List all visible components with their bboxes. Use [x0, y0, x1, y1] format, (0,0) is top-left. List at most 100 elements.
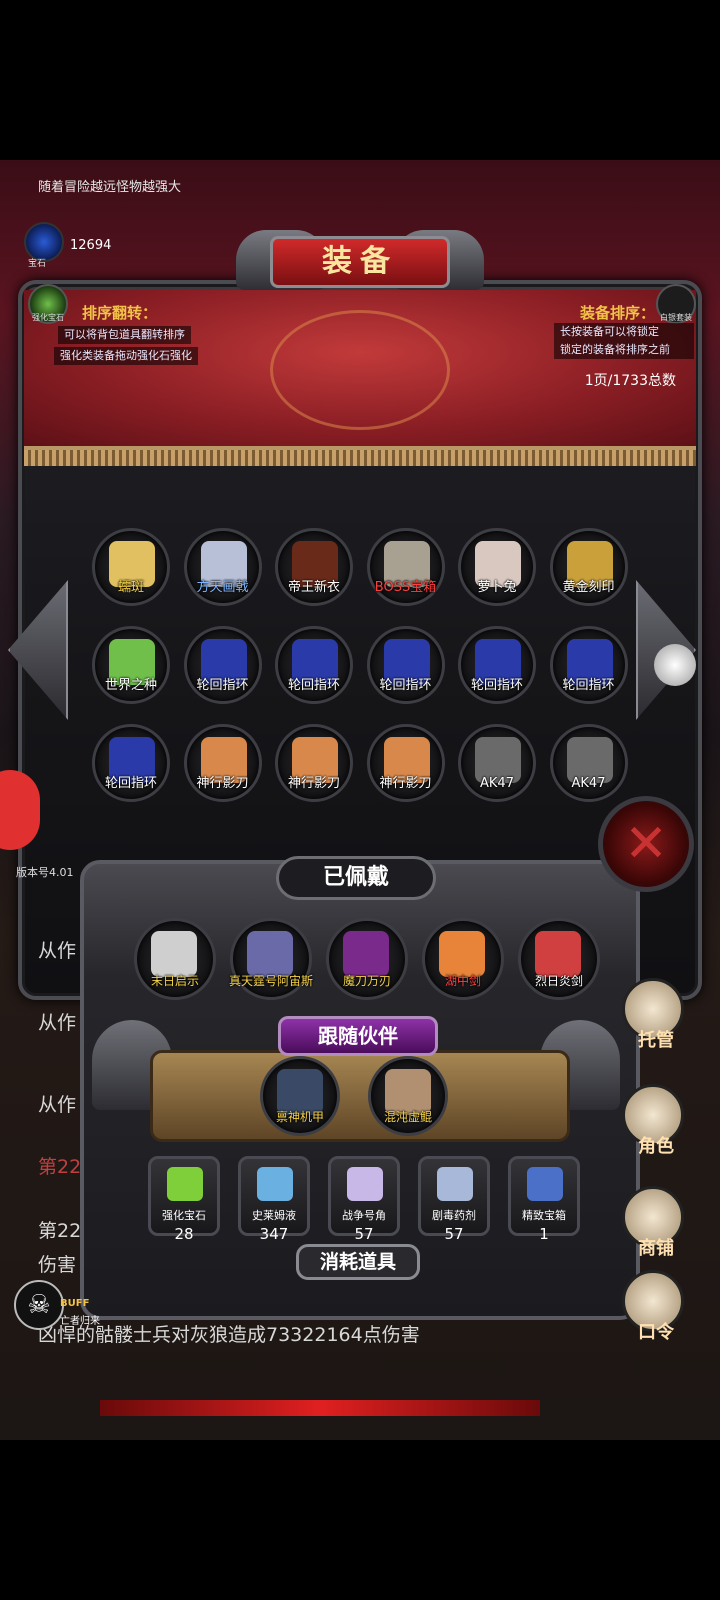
item-name: 方天画戟: [196, 580, 249, 595]
consumable-count: 1: [539, 1225, 549, 1243]
skull-buff-icon[interactable]: ☠: [14, 1280, 64, 1330]
worn-title: 已佩戴: [276, 856, 436, 900]
menu-label[interactable]: 角色: [626, 1132, 686, 1158]
companion-name: 混沌虚鲲: [383, 1110, 432, 1124]
item-name: AK47: [571, 776, 606, 791]
consumable-icon: [347, 1167, 383, 1201]
log-line: 从作: [38, 940, 77, 962]
gem-count: 12694: [70, 238, 112, 253]
inventory-slot[interactable]: 帝王新衣: [275, 528, 353, 606]
inventory-slot[interactable]: 蠕斑: [92, 528, 170, 606]
menu-label[interactable]: 托管: [626, 1026, 686, 1052]
log-line: 第22: [38, 1220, 82, 1242]
consumable-name: 史莱姆液: [252, 1209, 296, 1222]
inventory-slot[interactable]: BOSS宝箱: [366, 528, 445, 606]
worn-slot[interactable]: 末日启示: [134, 918, 216, 1000]
consumable-slot[interactable]: 强化宝石 28: [148, 1156, 220, 1243]
worn-item-icon: [151, 931, 197, 977]
inventory-slot[interactable]: AK47: [549, 724, 628, 802]
inventory-slot[interactable]: 世界之种: [92, 626, 170, 704]
menu-label[interactable]: 口令: [626, 1318, 686, 1344]
equip-sort-desc-1: 长按装备可以将锁定: [554, 323, 694, 341]
worn-item-name: 湖中剑: [444, 974, 481, 988]
consumable-count: 28: [174, 1225, 194, 1243]
companion-bar: [150, 1050, 570, 1142]
inventory-slot[interactable]: AK47: [458, 724, 536, 802]
consumable-count: 57: [444, 1225, 464, 1243]
worn-slot[interactable]: 烈日炎剑: [518, 918, 600, 1000]
buff-title: BUFF: [60, 1298, 90, 1309]
hp-bar: [100, 1400, 540, 1416]
inventory-slot[interactable]: 轮回指环: [183, 626, 262, 704]
buff-name: 亡者归来: [60, 1316, 100, 1327]
consumable-icon: [527, 1167, 563, 1201]
worn-item-name: 末日启示: [150, 974, 199, 988]
consumable-icon: [167, 1167, 203, 1201]
item-name: BOSS宝箱: [374, 580, 437, 595]
adventure-hint: 随着冒险越远怪物越强大: [38, 180, 182, 195]
equip-sort-title: 装备排序：: [580, 304, 656, 322]
consumable-icon: [257, 1167, 293, 1201]
consumable-count: 57: [354, 1225, 374, 1243]
log-line: 第22: [38, 1156, 82, 1178]
consumable-name: 战争号角: [342, 1209, 386, 1222]
equip-sort-info[interactable]: 装备排序： 长按装备可以将锁定 锁定的装备将排序之前: [554, 302, 694, 359]
game-screen: 随着冒险越远怪物越强大 12694 宝石 装备 强化宝石 白银套装 排序翻转： …: [0, 160, 720, 1440]
inventory-slot[interactable]: 方天画戟: [183, 528, 262, 606]
inventory-slot[interactable]: 轮回指环: [549, 626, 628, 704]
companion-slot[interactable]: 禀神机甲: [260, 1056, 340, 1136]
worn-slot[interactable]: 湖中剑: [422, 918, 504, 1000]
worn-item-icon: [535, 931, 581, 977]
item-name: 轮回指环: [470, 678, 523, 693]
worn-item-icon: [247, 931, 293, 977]
worn-item-name: 烈日炎剑: [534, 974, 583, 988]
gem-label: 宝石: [28, 259, 47, 269]
worn-slot[interactable]: 魔刀万刃: [326, 918, 408, 1000]
inventory-slot[interactable]: 轮回指环: [275, 626, 353, 704]
consumable-icon: [437, 1167, 473, 1201]
sort-reverse-title: 排序翻转：: [82, 304, 158, 322]
inventory-slot[interactable]: 轮回指环: [366, 626, 445, 704]
inventory-slot[interactable]: 黄金刻印: [549, 528, 628, 606]
menu-label[interactable]: 商铺: [626, 1234, 686, 1260]
item-name: 萝卜兔: [477, 580, 517, 595]
worn-item-icon: [439, 931, 485, 977]
inventory-slot[interactable]: 神行影刀: [183, 724, 262, 802]
user-avatar-icon[interactable]: [0, 770, 40, 850]
item-name: 神行影刀: [287, 776, 340, 791]
inventory-slot[interactable]: 神行影刀: [366, 724, 445, 802]
sort-reverse-info[interactable]: 排序翻转： 可以将背包道具翻转排序 强化类装备拖动强化石强化: [54, 302, 394, 365]
log-line: 从作: [38, 1094, 77, 1116]
close-icon: ✕: [624, 814, 668, 874]
item-name: 黄金刻印: [562, 580, 615, 595]
inventory-slot[interactable]: 轮回指环: [458, 626, 536, 704]
consumable-slot[interactable]: 史莱姆液 347: [238, 1156, 310, 1243]
consumable-name: 剧毒药剂: [432, 1209, 476, 1222]
item-name: 帝王新衣: [287, 580, 340, 595]
consumable-slot[interactable]: 剧毒药剂 57: [418, 1156, 490, 1243]
consumable-slot[interactable]: 战争号角 57: [328, 1156, 400, 1243]
consumables-title: 消耗道具: [296, 1244, 420, 1280]
close-button[interactable]: ✕: [598, 796, 694, 892]
worn-item-name: 真天霆号阿宙斯: [228, 974, 313, 988]
companion-slot[interactable]: 混沌虚鲲: [368, 1056, 448, 1136]
curtain-fringe: [24, 450, 696, 466]
panel-title: 装备: [270, 236, 450, 288]
item-name: 轮回指环: [196, 678, 249, 693]
worn-slot[interactable]: 真天霆号阿宙斯: [228, 918, 313, 1000]
inventory-slot[interactable]: 轮回指环: [92, 724, 170, 802]
sort-reverse-desc-2: 强化类装备拖动强化石强化: [54, 347, 198, 365]
version-label: 版本号4.01: [16, 866, 74, 879]
consumable-count: 347: [259, 1225, 289, 1243]
page-counter: 1页/1733总数: [584, 373, 676, 389]
item-name: 轮回指环: [562, 678, 615, 693]
companion-title: 跟随伙伴: [278, 1016, 438, 1056]
inventory-slot[interactable]: 萝卜兔: [458, 528, 536, 606]
log-line: 从作: [38, 1012, 77, 1034]
sort-reverse-desc-1: 可以将背包道具翻转排序: [58, 326, 191, 344]
equip-sort-desc-2: 锁定的装备将排序之前: [554, 341, 694, 359]
item-name: 蠕斑: [117, 580, 144, 595]
inventory-slot[interactable]: 神行影刀: [275, 724, 353, 802]
floating-ball[interactable]: [654, 644, 696, 686]
consumable-slot[interactable]: 精致宝箱 1: [508, 1156, 580, 1243]
